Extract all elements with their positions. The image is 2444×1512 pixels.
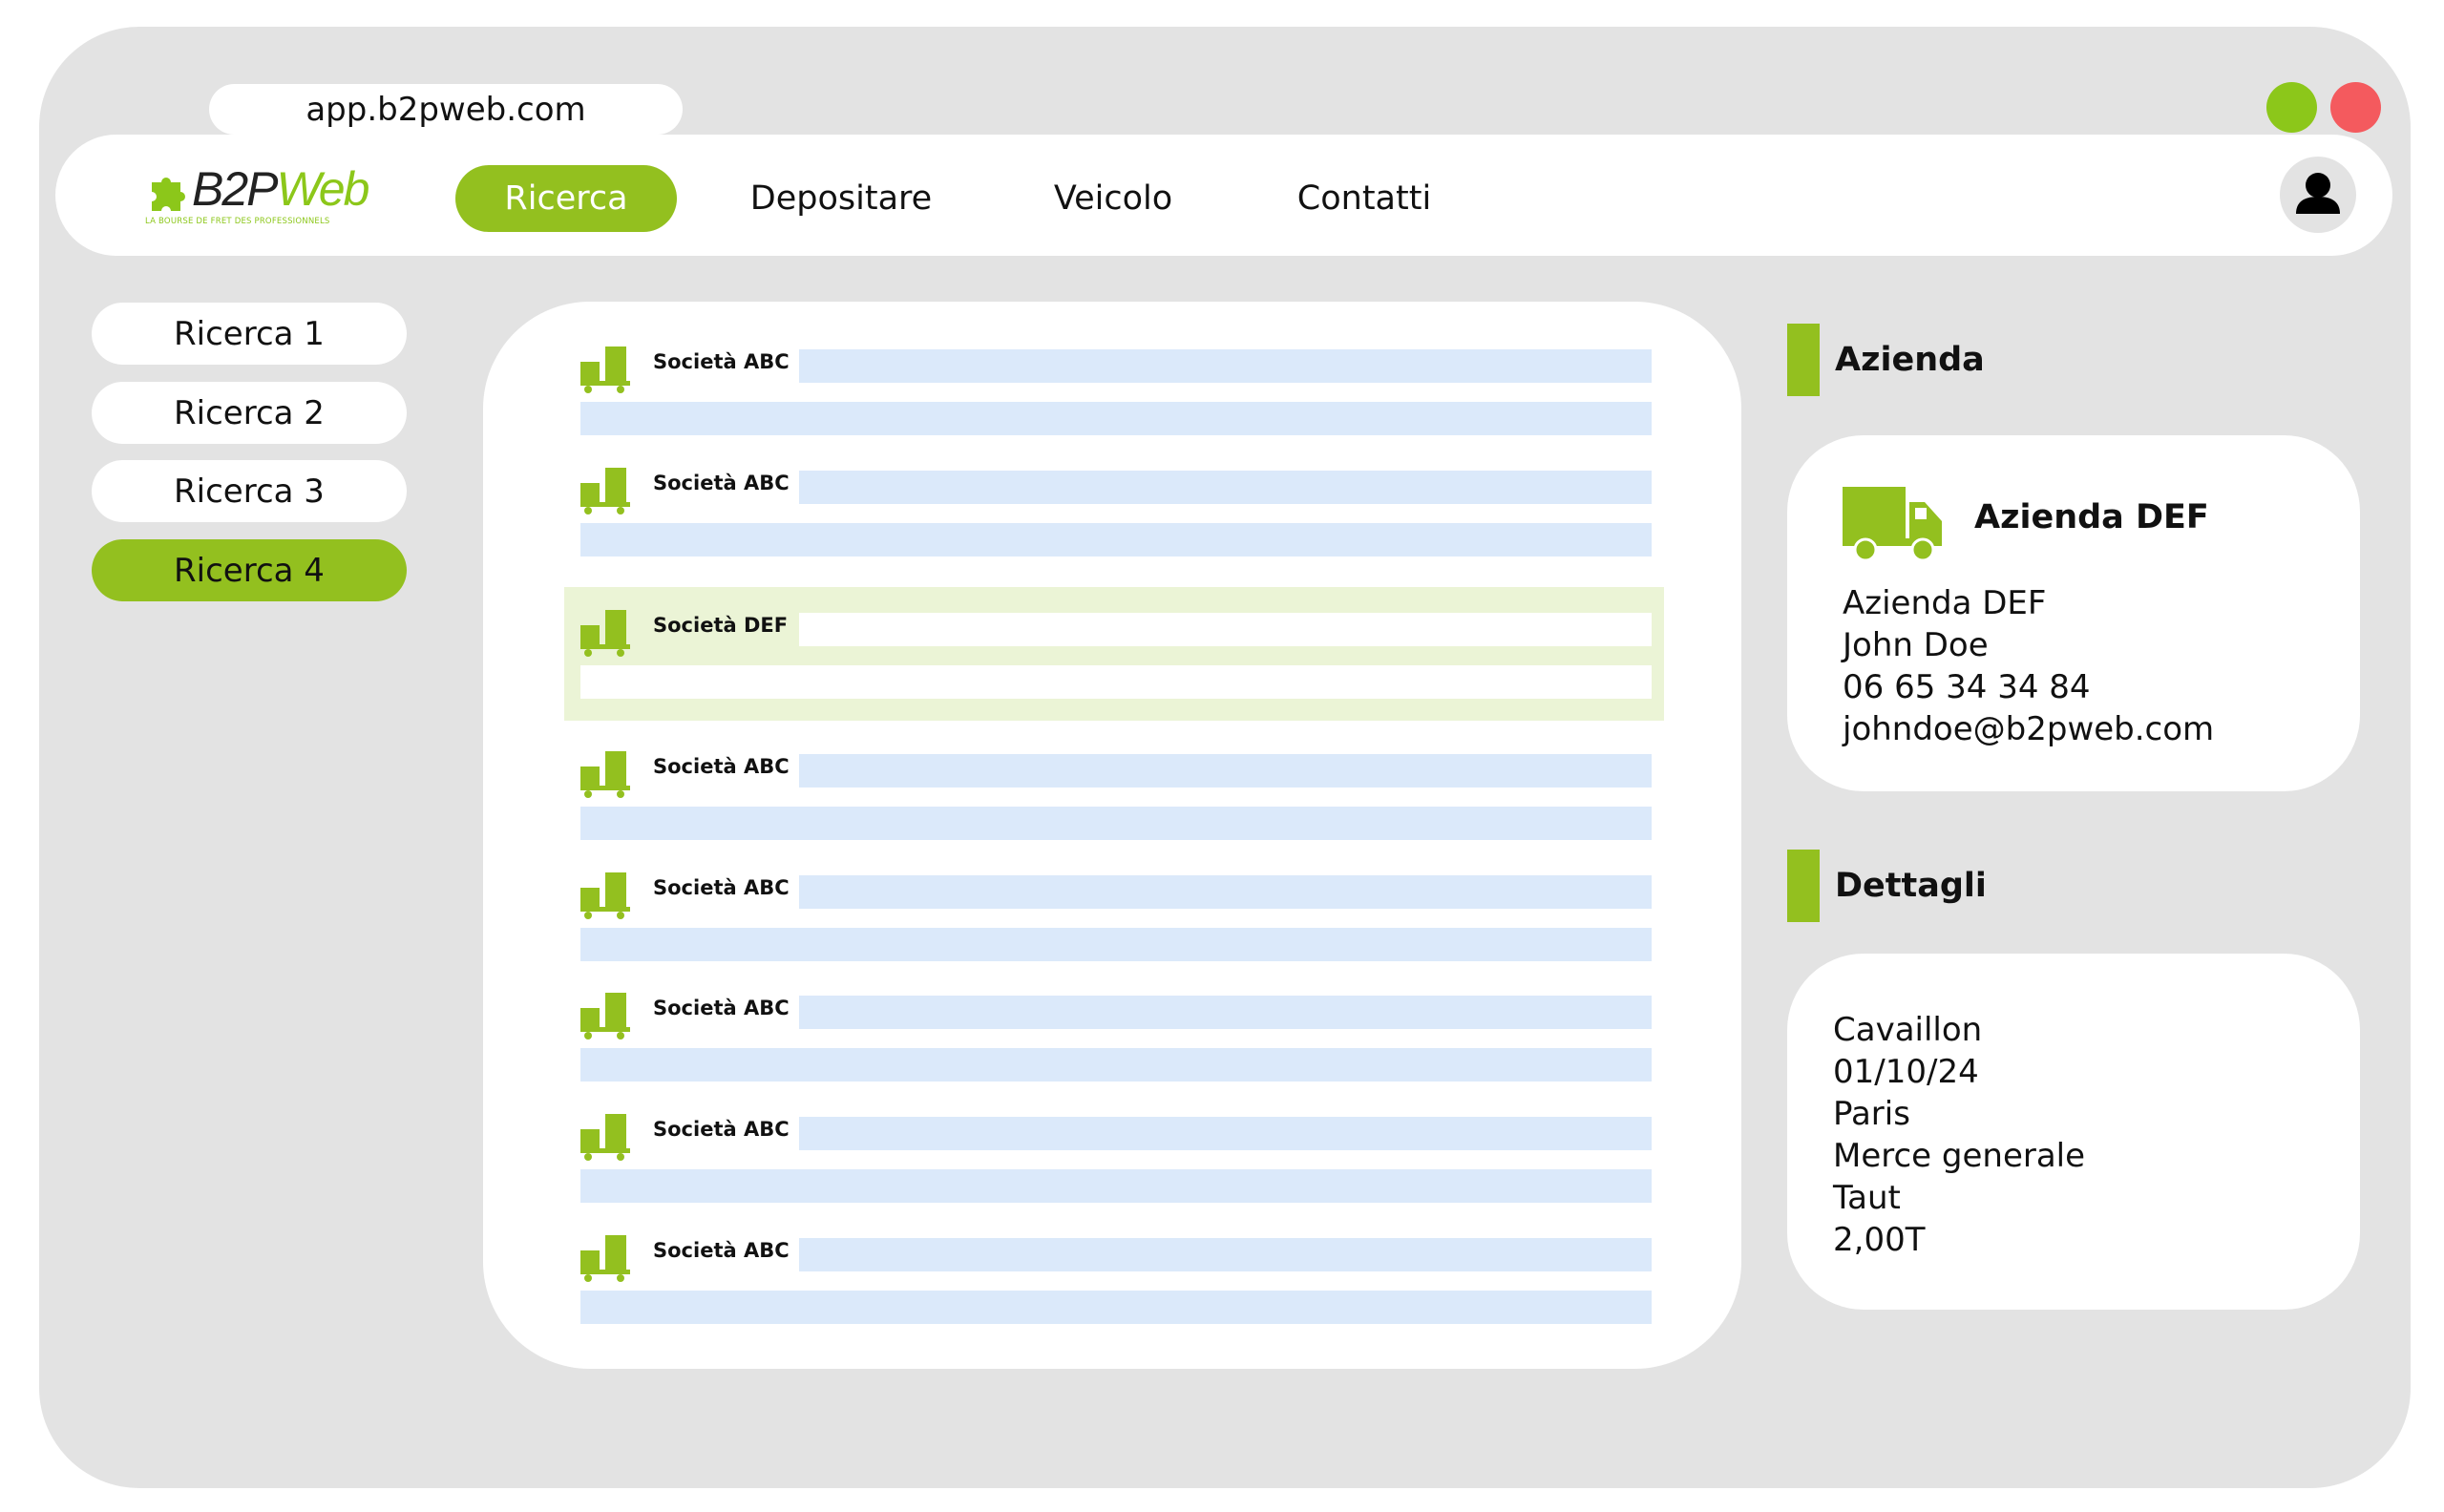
sidebar-item-ricerca-3[interactable]: Ricerca 3	[92, 460, 407, 522]
row-field-placeholder	[580, 402, 1652, 435]
nav-tab-label: Contatti	[1296, 179, 1432, 218]
contact-email[interactable]: johndoe@b2pweb.com	[1843, 708, 2214, 750]
section-marker	[1787, 324, 1820, 396]
detail-weight: 2,00T	[1833, 1221, 1926, 1259]
nav-tab-depositare[interactable]: Depositare	[717, 165, 965, 232]
truck-cargo-icon	[580, 1114, 630, 1161]
nav-tab-ricerca[interactable]: Ricerca	[455, 165, 677, 232]
row-field-placeholder	[799, 349, 1652, 383]
company-card: Azienda DEF Azienda DEF John Doe 06 65 3…	[1787, 435, 2360, 791]
result-row[interactable]: Società ABC	[580, 1112, 1657, 1208]
row-company-name: Società ABC	[653, 350, 790, 373]
row-field-placeholder	[799, 613, 1652, 646]
truck-cargo-icon	[580, 610, 630, 657]
sidebar-item-label: Ricerca 1	[174, 314, 325, 353]
nav-tab-label: Veicolo	[1053, 179, 1173, 218]
sidebar-item-label: Ricerca 4	[174, 551, 325, 590]
row-company-name: Società ABC	[653, 755, 790, 778]
result-row[interactable]: Società ABC	[580, 466, 1657, 561]
result-row[interactable]: Società ABC	[580, 871, 1657, 966]
row-field-placeholder	[799, 1238, 1652, 1271]
detail-date: 01/10/24	[1833, 1053, 1979, 1091]
truck-cargo-icon	[580, 346, 630, 393]
detail-goods-type: Merce generale	[1833, 1137, 2086, 1175]
result-row[interactable]: Società ABC	[580, 749, 1657, 845]
row-field-placeholder	[799, 1117, 1652, 1150]
details-info: Cavaillon 01/10/24 Paris Merce generale …	[1833, 1009, 2085, 1261]
nav-tab-label: Depositare	[749, 179, 933, 218]
row-field-placeholder	[799, 996, 1652, 1029]
results-panel: Società ABC Società ABC Società DEF Soci…	[483, 302, 1741, 1369]
company-card-title: Azienda DEF	[1974, 498, 2209, 536]
result-row[interactable]: Società ABC	[580, 345, 1657, 440]
row-field-placeholder	[580, 928, 1652, 961]
nav-tab-veicolo[interactable]: Veicolo	[1008, 165, 1218, 232]
sidebar-item-label: Ricerca 2	[174, 393, 325, 432]
user-icon	[2296, 173, 2340, 214]
truck-cargo-icon	[580, 993, 630, 1040]
truck-cargo-icon	[580, 751, 630, 798]
url-text: app.b2pweb.com	[306, 90, 586, 129]
detail-origin: Cavaillon	[1833, 1011, 1983, 1049]
row-company-name: Società ABC	[653, 876, 790, 899]
result-row-selected[interactable]: Società DEF	[564, 587, 1664, 721]
row-field-placeholder	[799, 754, 1652, 788]
window-maximize-button[interactable]	[2266, 82, 2317, 133]
row-company-name: Società ABC	[653, 997, 790, 1019]
sidebar-item-ricerca-4[interactable]: Ricerca 4	[92, 539, 407, 601]
sidebar-item-ricerca-1[interactable]: Ricerca 1	[92, 303, 407, 365]
contact-name: John Doe	[1843, 626, 1989, 664]
window-close-button[interactable]	[2330, 82, 2381, 133]
logo-wordmark-web: Web	[276, 162, 370, 216]
row-company-name: Società ABC	[653, 1118, 790, 1141]
user-avatar-button[interactable]	[2280, 157, 2356, 233]
truck-cargo-icon	[580, 468, 630, 514]
top-navbar: B2PWeb LA BOURSE DE FRET DES PROFESSIONN…	[55, 135, 2392, 256]
section-title: Azienda	[1835, 341, 1985, 379]
row-company-name: Società ABC	[653, 472, 790, 494]
detail-vehicle-type: Taut	[1833, 1179, 1901, 1217]
b2pweb-logo[interactable]: B2PWeb LA BOURSE DE FRET DES PROFESSIONN…	[144, 163, 369, 230]
row-field-placeholder	[580, 523, 1652, 556]
logo-tagline: LA BOURSE DE FRET DES PROFESSIONNELS	[145, 217, 330, 226]
row-field-placeholder	[799, 875, 1652, 909]
puzzle-piece-icon	[152, 177, 185, 211]
section-title: Dettagli	[1835, 867, 1987, 905]
delivery-truck-icon	[1843, 487, 1942, 561]
section-marker	[1787, 850, 1820, 922]
row-field-placeholder	[580, 1048, 1652, 1082]
truck-cargo-icon	[580, 1235, 630, 1282]
nav-tab-label: Ricerca	[504, 179, 628, 218]
row-company-name: Società DEF	[653, 614, 789, 637]
company-info: Azienda DEF John Doe 06 65 34 34 84 john…	[1843, 582, 2214, 750]
detail-destination: Paris	[1833, 1095, 1910, 1133]
result-row[interactable]: Società ABC	[580, 1233, 1657, 1329]
sidebar-item-label: Ricerca 3	[174, 472, 325, 511]
row-company-name: Società ABC	[653, 1239, 790, 1262]
contact-phone[interactable]: 06 65 34 34 84	[1843, 666, 2214, 708]
company-name: Azienda DEF	[1843, 584, 2047, 622]
row-field-placeholder	[580, 807, 1652, 840]
logo-wordmark-b2p: B2P	[192, 162, 279, 216]
details-card: Cavaillon 01/10/24 Paris Merce generale …	[1787, 954, 2360, 1310]
nav-tab-contatti[interactable]: Contatti	[1254, 165, 1474, 232]
logo-wordmark: B2PWeb	[192, 162, 370, 216]
row-field-placeholder	[799, 471, 1652, 504]
result-row[interactable]: Società ABC	[580, 991, 1657, 1086]
row-field-placeholder	[580, 1169, 1652, 1203]
sidebar-item-ricerca-2[interactable]: Ricerca 2	[92, 382, 407, 444]
address-bar[interactable]: app.b2pweb.com	[209, 84, 683, 135]
truck-cargo-icon	[580, 872, 630, 919]
row-field-placeholder	[580, 665, 1652, 699]
row-field-placeholder	[580, 1291, 1652, 1324]
